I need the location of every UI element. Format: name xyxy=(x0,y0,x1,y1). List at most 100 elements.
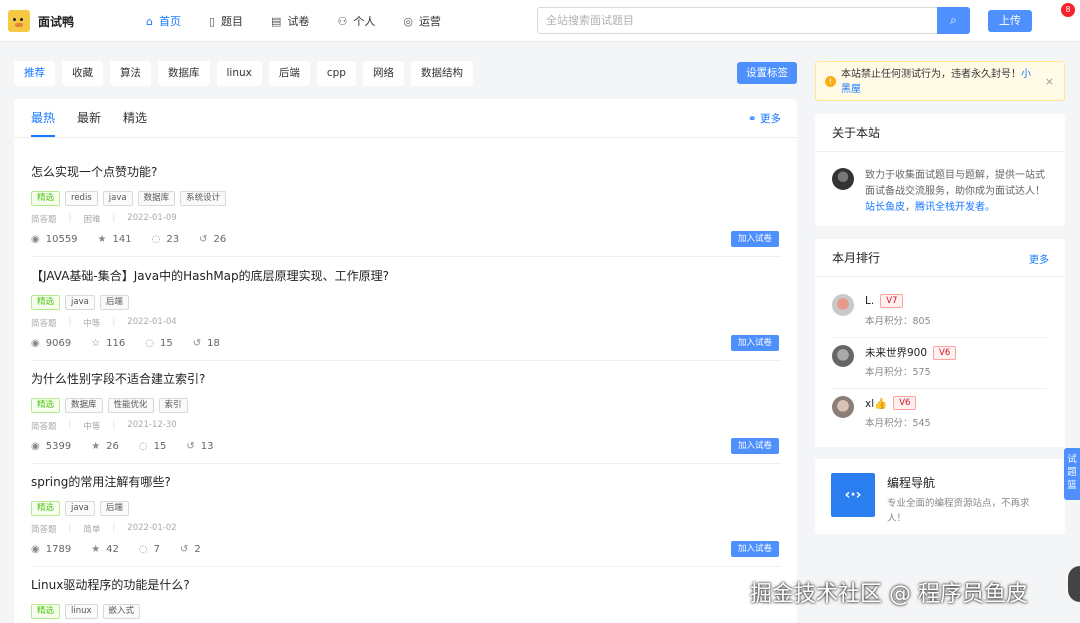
star-icon: ★ xyxy=(91,441,101,452)
tab-hot[interactable]: 最热 xyxy=(31,99,56,137)
close-icon[interactable]: × xyxy=(1045,74,1054,89)
nav-personal[interactable]: ⚇ 个人 xyxy=(337,0,375,42)
divider xyxy=(31,360,781,361)
comment-count[interactable]: ◌ 15 xyxy=(139,441,166,452)
question-title[interactable]: spring的常用注解有哪些? xyxy=(31,473,781,489)
comment-count[interactable]: ◌ 23 xyxy=(152,234,179,245)
author-title-link[interactable]: 腾讯全栈开发者。 xyxy=(915,202,995,213)
add-to-paper-button[interactable]: 加入试卷 xyxy=(731,541,779,557)
tag-item[interactable]: 数据结构 xyxy=(410,61,473,86)
answer-count[interactable]: ↺ 13 xyxy=(186,441,213,452)
question-tag[interactable]: java xyxy=(65,501,95,516)
view-count: ◉ 1789 xyxy=(31,544,72,555)
nav-questions[interactable]: ▯ 题目 xyxy=(209,0,243,42)
tag-item[interactable]: linux xyxy=(216,61,262,86)
question-tag[interactable]: 索引 xyxy=(158,398,188,413)
tag-item[interactable]: 网络 xyxy=(362,61,404,86)
comment-icon: ◌ xyxy=(138,544,148,555)
question-tag[interactable]: 数据库 xyxy=(65,398,103,413)
tag-item[interactable]: 算法 xyxy=(110,61,151,86)
tag-item[interactable]: 收藏 xyxy=(62,61,103,86)
star-count[interactable]: ★ 141 xyxy=(98,234,132,245)
nav-card-desc: 专业全面的编程资源站点，不再求人！ xyxy=(887,498,1030,524)
tag-bar: 推荐 收藏 算法 数据库 linux 后端 cpp 网络 数据结构 xyxy=(14,61,480,86)
question-basket-tab[interactable]: 试题篮 xyxy=(1064,448,1080,500)
question-tag[interactable]: 精选 xyxy=(31,191,61,206)
shield-icon: ◎ xyxy=(403,14,413,28)
question-tag[interactable]: 嵌入式 xyxy=(102,604,141,619)
add-to-paper-button[interactable]: 加入试卷 xyxy=(731,438,779,454)
nav-home[interactable]: ⌂ 首页 xyxy=(146,0,181,42)
star-count[interactable]: ★ 26 xyxy=(91,441,119,452)
question-difficulty: 简单 xyxy=(83,525,101,535)
question-tag[interactable]: 数据库 xyxy=(137,191,176,206)
question-item: Linux驱动程序的功能是什么? 精选 linux 嵌入式 xyxy=(31,576,781,619)
question-title[interactable]: 【JAVA基础-集合】Java中的HashMap的底层原理实现、工作原理? xyxy=(31,267,781,283)
question-item: 怎么实现一个点赞功能? 精选 redis java 数据库 系统设计 简答题 | … xyxy=(31,163,781,247)
question-date: 2022-01-04 xyxy=(127,317,177,327)
rank-score: 本月积分：575 xyxy=(865,367,931,378)
coding-nav-card[interactable]: ‹·› 编程导航 专业全面的编程资源站点，不再求人！ xyxy=(815,459,1065,534)
question-title[interactable]: 怎么实现一个点赞功能? xyxy=(31,163,781,179)
question-stats: ◉ 10559 ★ 141 ◌ 23 ↺ 26 xyxy=(31,234,781,245)
question-item: spring的常用注解有哪些? 精选 java 后端 简答题 | 简单 | 2022… xyxy=(31,473,781,557)
rank-user: 未来世界900 V6 xyxy=(865,345,957,360)
tag-item[interactable]: 后端 xyxy=(268,61,310,86)
tag-item[interactable]: 推荐 xyxy=(14,61,55,86)
search-button[interactable]: ⌕ xyxy=(937,7,970,34)
star-count[interactable]: ☆ 116 xyxy=(91,338,125,349)
tag-item[interactable]: 数据库 xyxy=(158,61,210,86)
author-link[interactable]: 站长鱼皮 xyxy=(865,202,905,213)
tab-featured[interactable]: 精选 xyxy=(123,99,147,137)
question-tag[interactable]: 精选 xyxy=(31,501,61,516)
comment-icon: ◌ xyxy=(145,338,154,349)
avatar xyxy=(832,345,854,367)
question-tag[interactable]: 后端 xyxy=(99,295,129,310)
nav-label: 个人 xyxy=(353,15,376,28)
add-to-paper-button[interactable]: 加入试卷 xyxy=(731,231,779,247)
nav-papers[interactable]: ▤ 试卷 xyxy=(271,0,309,42)
answer-count[interactable]: ↺ 26 xyxy=(199,234,226,245)
home-icon: ⌂ xyxy=(146,14,153,28)
rank-score: 本月积分：805 xyxy=(865,316,931,327)
divider xyxy=(14,137,797,138)
history-icon: ↺ xyxy=(180,544,189,555)
tag-item[interactable]: cpp xyxy=(316,61,356,86)
question-title[interactable]: 为什么性别字段不适合建立索引? xyxy=(31,370,781,386)
star-count[interactable]: ★ 42 xyxy=(91,544,119,555)
question-date: 2021-12-30 xyxy=(127,420,177,430)
question-tag[interactable]: java xyxy=(65,295,95,310)
set-tags-button[interactable]: 设置标签 xyxy=(737,62,797,84)
question-tag[interactable]: 精选 xyxy=(31,604,61,619)
nav-label: 试卷 xyxy=(287,15,310,28)
answer-count[interactable]: ↺ 2 xyxy=(180,544,201,555)
answer-count[interactable]: ↺ 18 xyxy=(193,338,220,349)
question-meta: 简答题 | 中等 | 2021-12-30 xyxy=(31,420,177,432)
paper-icon: ▤ xyxy=(271,14,282,28)
floating-action-button[interactable] xyxy=(1068,566,1080,602)
upload-button[interactable]: 上传 xyxy=(988,10,1032,32)
question-tag[interactable]: 性能优化 xyxy=(107,398,154,413)
question-date: 2022-01-09 xyxy=(127,213,177,223)
comment-count[interactable]: ◌ 15 xyxy=(145,338,172,349)
site-logo[interactable]: 面试鸭 xyxy=(8,10,74,32)
question-tag[interactable]: 系统设计 xyxy=(180,191,227,206)
question-tag[interactable]: 后端 xyxy=(99,501,129,516)
ranking-more-link[interactable]: 更多 xyxy=(1029,251,1049,266)
search-input[interactable]: 全站搜索面试题目 xyxy=(537,7,937,34)
watermark: 掘金技术社区 @ 程序员鱼皮 xyxy=(750,582,1028,607)
question-tag[interactable]: 精选 xyxy=(31,398,61,413)
comment-count[interactable]: ◌ 7 xyxy=(139,544,160,555)
more-link[interactable]: ⚭ 更多 xyxy=(748,111,781,126)
question-tag[interactable]: java xyxy=(102,191,133,206)
question-tags: 精选 数据库 性能优化 索引 xyxy=(31,398,781,413)
question-tag[interactable]: linux xyxy=(65,604,98,619)
avatar xyxy=(832,294,854,316)
question-title[interactable]: Linux驱动程序的功能是什么? xyxy=(31,576,781,592)
nav-operations[interactable]: ◎ 运营 xyxy=(403,0,441,42)
question-tag[interactable]: redis xyxy=(65,191,98,206)
tab-latest[interactable]: 最新 xyxy=(77,99,101,137)
user-name: xl👍 xyxy=(865,397,888,410)
add-to-paper-button[interactable]: 加入试卷 xyxy=(731,335,779,351)
question-tag[interactable]: 精选 xyxy=(31,295,61,310)
